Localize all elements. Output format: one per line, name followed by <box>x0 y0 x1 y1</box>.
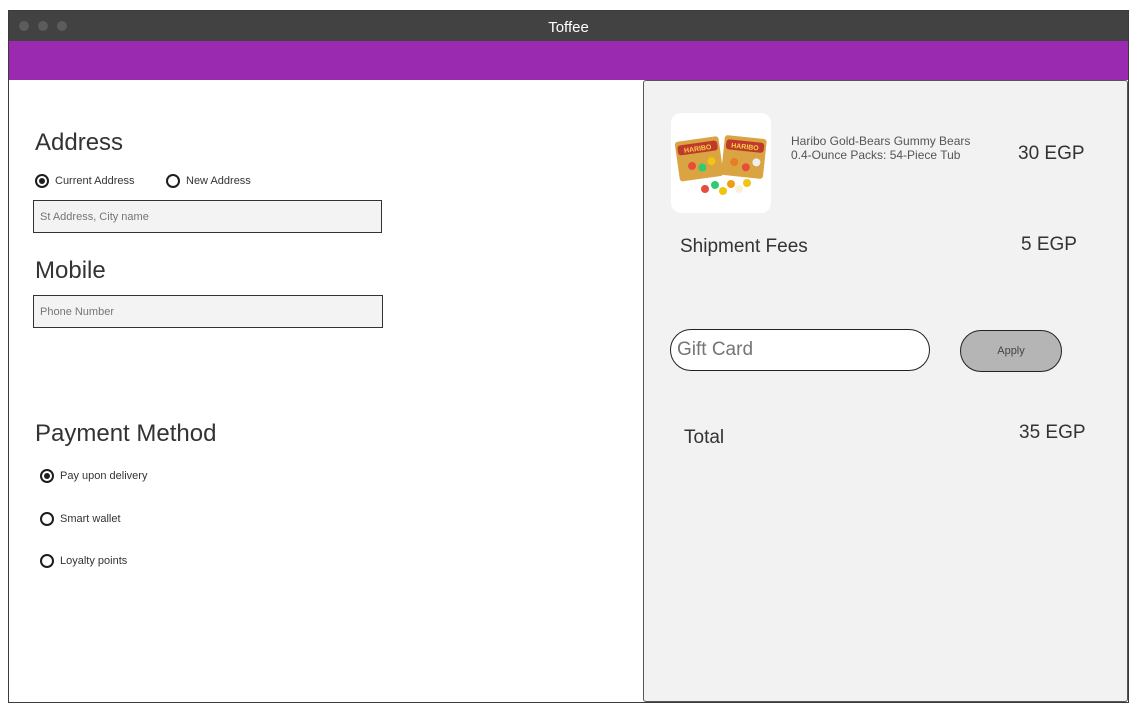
radio-loyalty-points[interactable]: Loyalty points <box>40 554 127 568</box>
gummy-bears-product-image: HARIBO HARIBO <box>671 113 771 213</box>
window-title: Toffee <box>548 19 589 36</box>
radio-label: Pay upon delivery <box>60 470 148 482</box>
shipment-fees-label: Shipment Fees <box>680 236 808 257</box>
gift-card-input[interactable] <box>670 329 930 371</box>
address-title: Address <box>35 129 124 156</box>
mobile-title: Mobile <box>35 257 106 284</box>
total-value: 35 EGP <box>1019 422 1086 443</box>
radio-unchecked-icon[interactable] <box>40 554 54 568</box>
app-window: Toffee Address Current Address New Addre… <box>8 10 1129 703</box>
shipment-fees-value: 5 EGP <box>1021 234 1077 255</box>
order-summary-panel: HARIBO HARIBO Haribo Gold-Bears Gummy Be… <box>643 80 1128 702</box>
radio-label: New Address <box>186 175 251 187</box>
radio-current-address[interactable]: Current Address <box>35 174 134 188</box>
radio-checked-icon[interactable] <box>40 469 54 483</box>
product-image-icon: HARIBO HARIBO <box>674 135 767 195</box>
radio-unchecked-icon[interactable] <box>40 512 54 526</box>
radio-unchecked-icon[interactable] <box>166 174 180 188</box>
radio-checked-icon[interactable] <box>35 174 49 188</box>
radio-label: Smart wallet <box>60 513 121 525</box>
radio-smart-wallet[interactable]: Smart wallet <box>40 512 121 526</box>
apply-button[interactable]: Apply <box>960 330 1062 372</box>
phone-input[interactable] <box>33 295 383 328</box>
header-bar <box>9 41 1128 80</box>
total-label: Total <box>684 427 725 448</box>
product-price: 30 EGP <box>1018 143 1085 164</box>
radio-label: Loyalty points <box>60 555 128 567</box>
radio-label: Current Address <box>55 175 135 187</box>
address-input[interactable] <box>33 200 382 233</box>
title-bar: Toffee <box>9 11 1128 41</box>
radio-pay-upon-delivery[interactable]: Pay upon delivery <box>40 469 147 483</box>
product-name: Haribo Gold-Bears Gummy Bears 0.4-Ounce … <box>791 134 971 162</box>
payment-method-title: Payment Method <box>35 420 217 447</box>
radio-new-address[interactable]: New Address <box>166 174 251 188</box>
